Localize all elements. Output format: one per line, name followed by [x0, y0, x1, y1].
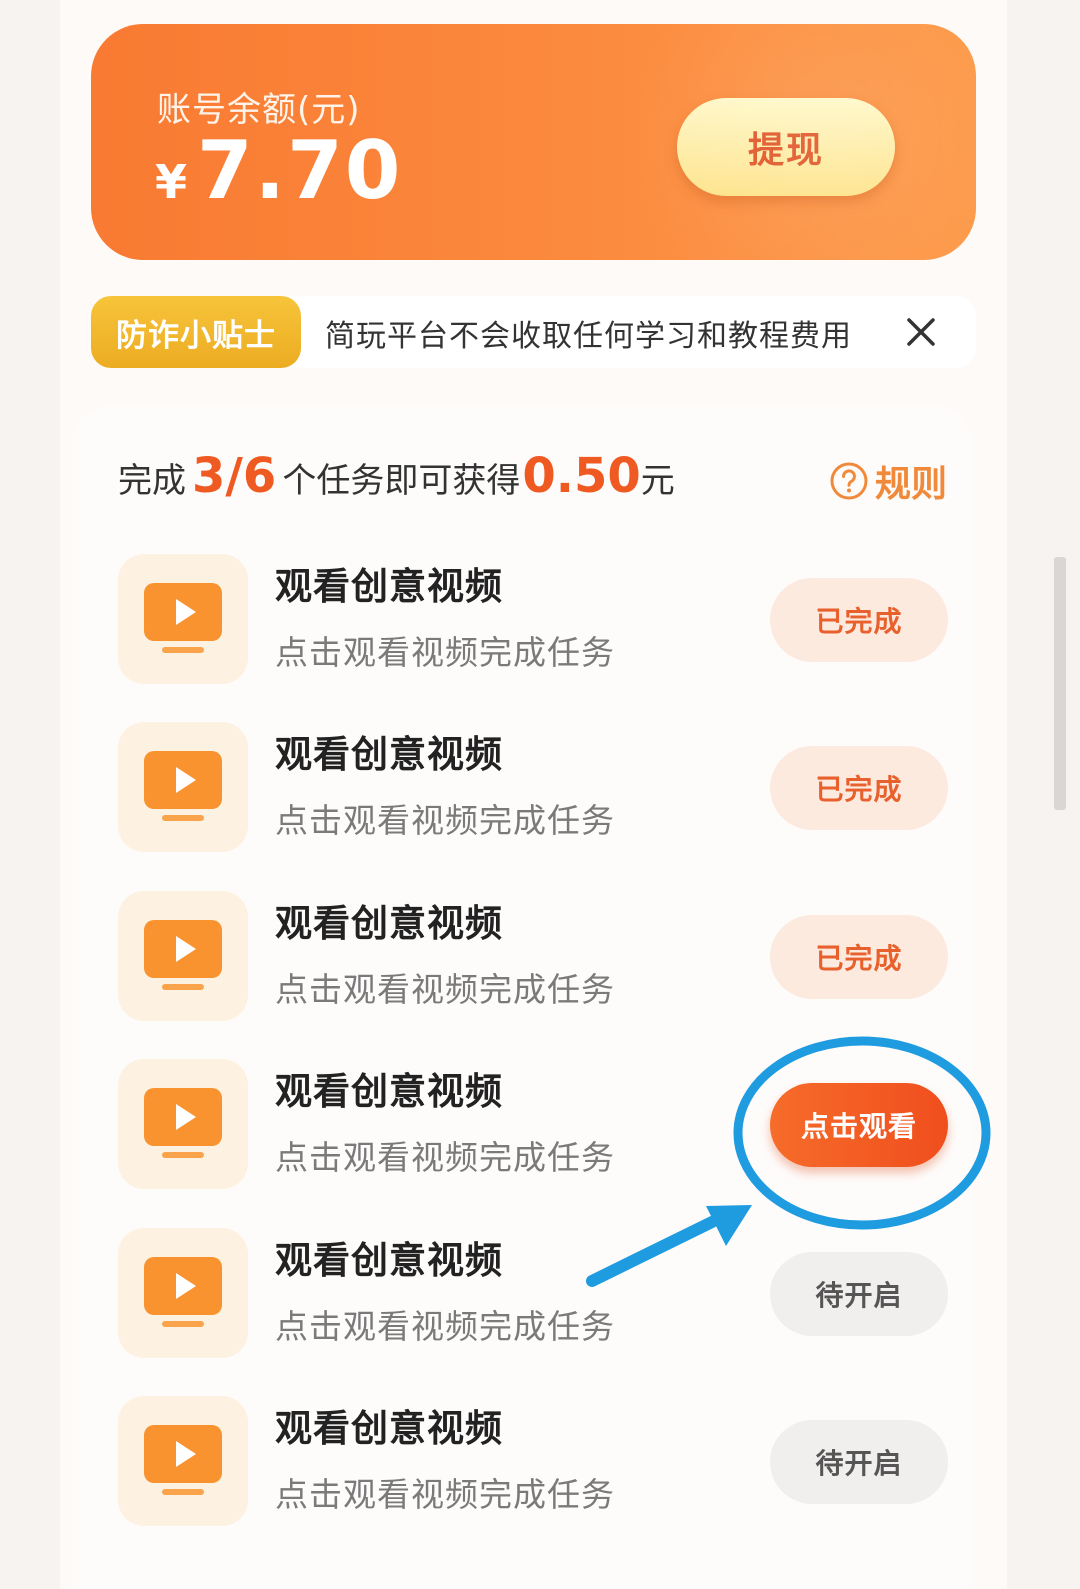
- task-description: 点击观看视频完成任务: [275, 1138, 615, 1177]
- task-item: 观看创意视频 点击观看视频完成任务 已完成: [118, 891, 958, 1023]
- close-icon[interactable]: [901, 312, 941, 352]
- task-icon-box: [118, 891, 248, 1021]
- header-middle: 个任务即可获得: [282, 461, 521, 501]
- task-title: 观看创意视频: [275, 1070, 503, 1113]
- task-progress-count: 3/6: [192, 448, 277, 504]
- task-icon-box: [118, 722, 248, 852]
- task-status-pending[interactable]: 待开启: [770, 1252, 948, 1336]
- tips-text: 简玩平台不会收取任何学习和教程费用: [325, 319, 852, 354]
- balance-card: 账号余额(元) ¥ 7.70 提现: [91, 24, 976, 260]
- task-status-completed[interactable]: 已完成: [770, 746, 948, 830]
- task-item: 观看创意视频 点击观看视频完成任务 已完成: [118, 722, 958, 854]
- scrollbar[interactable]: [1054, 557, 1066, 810]
- anti-fraud-tips-bar: 防诈小贴士 简玩平台不会收取任何学习和教程费用: [91, 296, 976, 368]
- header-suffix: 元: [640, 461, 675, 501]
- video-play-icon: [144, 583, 222, 653]
- task-title: 观看创意视频: [275, 733, 503, 776]
- task-title: 观看创意视频: [275, 1239, 503, 1282]
- task-status-completed[interactable]: 已完成: [770, 578, 948, 662]
- video-play-icon: [144, 751, 222, 821]
- tips-badge: 防诈小贴士: [91, 296, 301, 368]
- task-item: 观看创意视频 点击观看视频完成任务 已完成: [118, 554, 958, 686]
- video-play-icon: [144, 1257, 222, 1327]
- rules-label: 规则: [875, 464, 948, 505]
- task-title: 观看创意视频: [275, 902, 503, 945]
- video-play-icon: [144, 1088, 222, 1158]
- task-description: 点击观看视频完成任务: [275, 970, 615, 1009]
- task-item: 观看创意视频 点击观看视频完成任务 点击观看: [118, 1059, 958, 1191]
- task-description: 点击观看视频完成任务: [275, 1307, 615, 1346]
- balance-amount: ¥ 7.70: [155, 124, 402, 217]
- balance-value: 7.70: [197, 124, 403, 217]
- currency-symbol: ¥: [155, 155, 188, 209]
- task-icon-box: [118, 1059, 248, 1189]
- task-progress-header: 完成 3/6 个任务即可获得 0.50 元: [118, 448, 675, 504]
- task-item: 观看创意视频 点击观看视频完成任务 待开启: [118, 1396, 958, 1528]
- question-circle-icon: [830, 462, 868, 500]
- task-item: 观看创意视频 点击观看视频完成任务 待开启: [118, 1228, 958, 1360]
- task-icon-box: [118, 1396, 248, 1526]
- task-description: 点击观看视频完成任务: [275, 633, 615, 672]
- task-icon-box: [118, 1228, 248, 1358]
- task-status-pending[interactable]: 待开启: [770, 1420, 948, 1504]
- task-icon-box: [118, 554, 248, 684]
- withdraw-button[interactable]: 提现: [677, 98, 895, 196]
- header-prefix: 完成: [118, 461, 186, 501]
- video-play-icon: [144, 920, 222, 990]
- watch-now-button[interactable]: 点击观看: [770, 1083, 948, 1167]
- video-play-icon: [144, 1425, 222, 1495]
- task-title: 观看创意视频: [275, 565, 503, 608]
- task-status-completed[interactable]: 已完成: [770, 915, 948, 999]
- rules-link[interactable]: 规则: [829, 455, 947, 507]
- task-title: 观看创意视频: [275, 1407, 503, 1450]
- task-description: 点击观看视频完成任务: [275, 801, 615, 840]
- task-description: 点击观看视频完成任务: [275, 1475, 615, 1514]
- task-reward-amount: 0.50: [522, 448, 641, 504]
